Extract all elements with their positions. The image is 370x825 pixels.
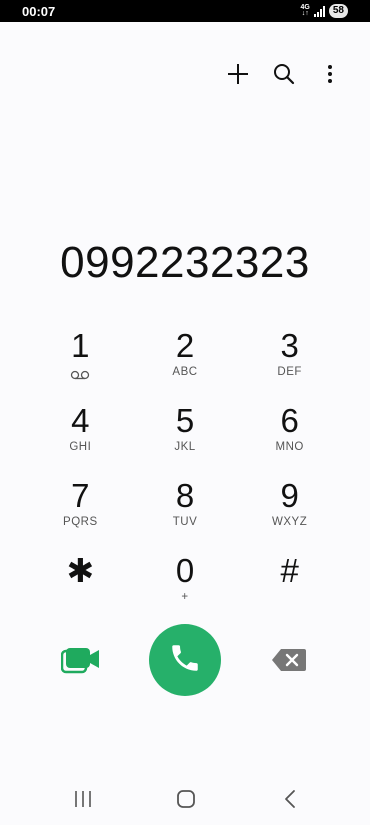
call-button[interactable] — [149, 624, 221, 696]
key-digit: 1 — [71, 327, 90, 364]
plus-icon[interactable] — [226, 62, 250, 86]
key-7[interactable]: 7 PQRS — [28, 478, 133, 553]
status-time: 00:07 — [22, 4, 56, 19]
key-3[interactable]: 3 DEF — [237, 328, 342, 403]
key-0[interactable]: 0 + — [133, 553, 238, 628]
top-toolbar — [226, 62, 342, 86]
key-digit: 5 — [175, 402, 195, 439]
key-8[interactable]: 8 TUV — [133, 478, 238, 553]
key-digit: 0 — [175, 552, 195, 589]
call-actions — [0, 624, 370, 696]
more-vert-icon[interactable] — [318, 62, 342, 86]
phone-icon — [168, 641, 202, 680]
backspace-icon[interactable] — [270, 646, 308, 674]
key-digit: 4 — [71, 402, 90, 439]
key-digit: 8 — [175, 477, 195, 514]
key-5[interactable]: 5 JKL — [133, 403, 238, 478]
key-letters: DEF — [277, 366, 302, 378]
key-digit: 7 — [71, 477, 90, 514]
key-digit: # — [280, 552, 299, 589]
signal-icon — [313, 5, 325, 17]
home-icon[interactable] — [171, 788, 201, 810]
dialed-number: 0992232323 — [60, 238, 310, 287]
video-call-icon[interactable] — [60, 644, 102, 676]
key-letters: WXYZ — [272, 516, 308, 528]
key-letters: PQRS — [63, 516, 98, 528]
key-letters: GHI — [69, 441, 92, 453]
key-1[interactable]: 1 — [28, 328, 133, 403]
key-digit: ✱ — [66, 552, 95, 589]
navigation-bar — [0, 770, 370, 825]
key-letters: TUV — [172, 516, 198, 528]
status-icons: 4G ↓↑ 58 — [301, 3, 348, 19]
key-9[interactable]: 9 WXYZ — [237, 478, 342, 553]
key-hash[interactable]: # — [237, 553, 342, 628]
key-6[interactable]: 6 MNO — [237, 403, 342, 478]
key-digit: 3 — [280, 327, 299, 364]
recent-apps-icon[interactable] — [68, 788, 98, 810]
voicemail-icon — [70, 368, 90, 382]
key-digit: 2 — [175, 327, 195, 364]
network-type: 4G ↓↑ — [300, 4, 310, 17]
keypad: 1 2 ABC 3 DEF 4 GHI 5 JKL 6 MNO 7 PQRS 8… — [28, 328, 342, 628]
key-digit: 9 — [280, 477, 299, 514]
key-2[interactable]: 2 ABC — [133, 328, 238, 403]
back-icon[interactable] — [275, 788, 305, 810]
status-bar: 00:07 4G ↓↑ 58 — [0, 0, 370, 22]
search-icon[interactable] — [272, 62, 296, 86]
key-letters: + — [181, 591, 189, 603]
key-4[interactable]: 4 GHI — [28, 403, 133, 478]
key-letters: JKL — [174, 441, 196, 453]
key-letters: ABC — [172, 366, 198, 378]
key-letters: MNO — [275, 441, 304, 453]
key-digit: 6 — [280, 402, 299, 439]
battery-indicator: 58 — [328, 4, 348, 18]
key-star[interactable]: ✱ — [28, 553, 133, 628]
